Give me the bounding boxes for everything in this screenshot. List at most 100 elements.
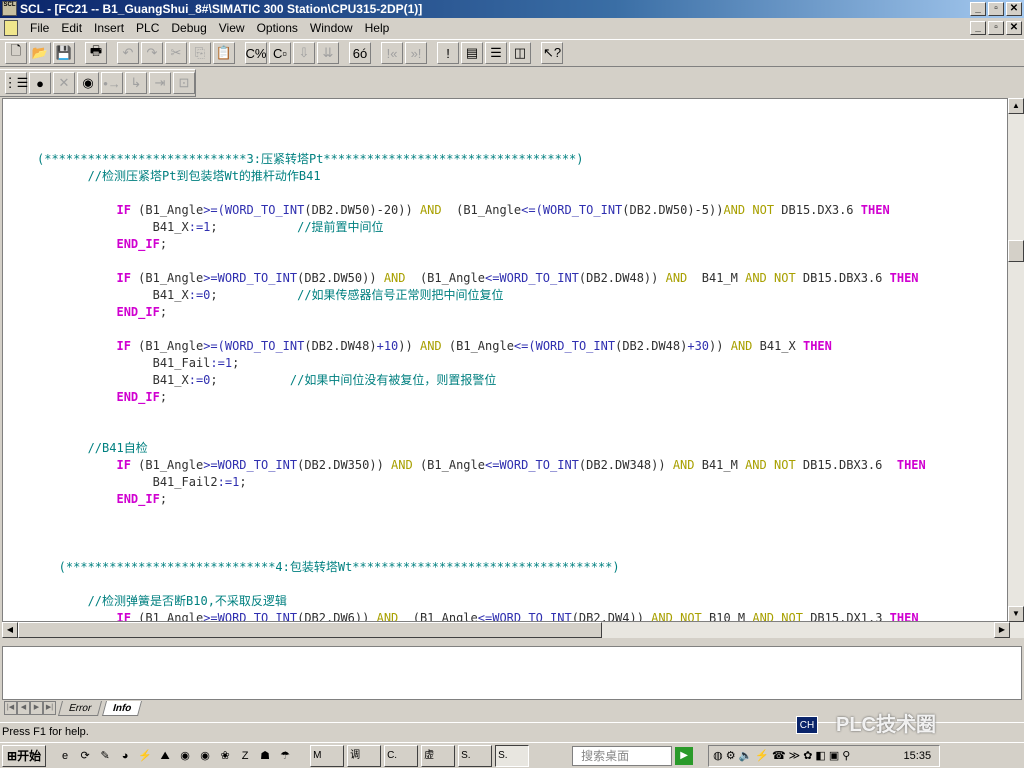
code-line[interactable] — [3, 253, 1007, 270]
quick-launch-icon[interactable]: ⚡ — [137, 748, 153, 764]
taskbar-item[interactable]: 调 — [347, 744, 382, 767]
code-line[interactable]: //检测压紧塔Pt到包装塔Wt的推杆动作B41 — [3, 168, 1007, 185]
scroll-right-arrow-icon[interactable]: ▶ — [994, 622, 1010, 638]
code-line[interactable] — [3, 321, 1007, 338]
code-line[interactable]: B41_Fail:=1; — [3, 355, 1007, 372]
quick-launch-icon[interactable]: e — [57, 748, 73, 764]
taskbar-item[interactable]: S. — [495, 744, 530, 767]
quick-launch-icon[interactable]: ◕ — [117, 748, 133, 764]
taskbar-item[interactable]: S. — [458, 744, 493, 767]
print-button[interactable]: 🖶 — [85, 42, 107, 64]
desktop-search-input[interactable]: 搜索桌面 — [572, 745, 673, 766]
code-line[interactable]: END_IF; — [3, 491, 1007, 508]
set-breakpoint-button[interactable]: ● — [29, 72, 51, 94]
scroll-down-arrow-icon[interactable]: ▼ — [1008, 606, 1024, 622]
code-line[interactable] — [3, 185, 1007, 202]
code-line[interactable]: B41_X:=1; //提前置中间位 — [3, 219, 1007, 236]
cut-button[interactable]: ✂ — [165, 42, 187, 64]
redo-button[interactable]: ↷ — [141, 42, 163, 64]
doc-restore-button[interactable]: ▫ — [988, 21, 1004, 35]
tile-vertical-button[interactable]: ◫ — [509, 42, 531, 64]
clear-breakpoints-button[interactable]: ✕ — [53, 72, 75, 94]
menu-insert[interactable]: Insert — [88, 21, 130, 35]
tray-icon[interactable]: ◧ — [815, 749, 825, 762]
first-tab-icon[interactable]: |◀ — [4, 701, 17, 715]
scroll-up-arrow-icon[interactable]: ▲ — [1008, 98, 1024, 114]
code-line[interactable]: (*****************************4:包装转塔Wt**… — [3, 559, 1007, 576]
doc-close-button[interactable]: ✕ — [1006, 21, 1022, 35]
code-line[interactable]: //B41自检 — [3, 440, 1007, 457]
breakpoints-active-button[interactable]: ◉ — [77, 72, 99, 94]
quick-launch-icon[interactable]: Z — [237, 748, 253, 764]
code-line[interactable]: IF (B1_Angle>=WORD_TO_INT(DB2.DW50)) AND… — [3, 270, 1007, 287]
code-line[interactable]: IF (B1_Angle>=WORD_TO_INT(DB2.DW350)) AN… — [3, 457, 1007, 474]
tray-icon[interactable]: ⚲ — [842, 749, 850, 762]
code-line[interactable]: END_IF; — [3, 389, 1007, 406]
run-to-cursor-button[interactable]: ⊡ — [173, 72, 195, 94]
tray-icon[interactable]: ☎ — [772, 749, 786, 762]
close-button[interactable]: ✕ — [1006, 2, 1022, 16]
search-go-button[interactable]: ▶ — [675, 746, 694, 765]
menu-file[interactable]: File — [24, 21, 55, 35]
tray-icon[interactable]: ▣ — [829, 749, 839, 762]
restore-button[interactable]: ▫ — [988, 2, 1004, 16]
download-button[interactable]: ⇩ — [293, 42, 315, 64]
menu-window[interactable]: Window — [304, 21, 359, 35]
prev-tab-icon[interactable]: ◀ — [17, 701, 30, 715]
paste-button[interactable]: 📋 — [213, 42, 235, 64]
menu-debug[interactable]: Debug — [165, 21, 212, 35]
quick-launch-icon[interactable]: ☗ — [257, 748, 273, 764]
next-tab-icon[interactable]: ▶ — [30, 701, 43, 715]
toggle-errors-button[interactable]: ! — [437, 42, 459, 64]
save-button[interactable]: 💾 — [53, 42, 75, 64]
menu-edit[interactable]: Edit — [55, 21, 88, 35]
horizontal-scroll-thumb[interactable] — [18, 622, 602, 638]
menu-plc[interactable]: PLC — [130, 21, 165, 35]
breakpoints-list-button[interactable]: ⋮☰ — [4, 72, 28, 94]
code-line[interactable] — [3, 406, 1007, 423]
new-button[interactable]: 🗋 — [5, 42, 27, 64]
next-error-button[interactable]: »! — [405, 42, 427, 64]
quick-launch-icon[interactable]: ◉ — [177, 748, 193, 764]
quick-launch-icon[interactable]: ✎ — [97, 748, 113, 764]
taskbar-item[interactable]: M — [310, 744, 345, 767]
cascade-button[interactable]: ▤ — [461, 42, 483, 64]
step-out-button[interactable]: ⇥ — [149, 72, 171, 94]
code-line[interactable]: IF (B1_Angle>=WORD_TO_INT(DB2.DW6)) AND … — [3, 610, 1007, 621]
code-line[interactable]: B41_Fail2:=1; — [3, 474, 1007, 491]
menu-view[interactable]: View — [213, 21, 251, 35]
context-help-button[interactable]: ↖? — [541, 42, 563, 64]
quick-launch-icon[interactable]: ◉ — [197, 748, 213, 764]
scroll-left-arrow-icon[interactable]: ◀ — [2, 622, 18, 638]
compile-settings-button[interactable]: C▫ — [269, 42, 291, 64]
code-line[interactable] — [3, 542, 1007, 559]
output-pane[interactable] — [2, 646, 1022, 700]
taskbar-item[interactable]: 虚 — [421, 744, 456, 767]
start-button[interactable]: ⊞开始 — [2, 744, 47, 767]
code-line[interactable]: (****************************3:压紧转塔Pt***… — [3, 151, 1007, 168]
tray-icon[interactable]: ⚙ — [726, 749, 736, 762]
code-line[interactable] — [3, 576, 1007, 593]
compile-button[interactable]: C% — [245, 42, 267, 64]
tab-info[interactable]: Info — [102, 700, 143, 716]
tab-error[interactable]: Error — [57, 700, 103, 716]
code-line[interactable]: //检测弹簧是否断B10,不采取反逻辑 — [3, 593, 1007, 610]
code-line[interactable] — [3, 525, 1007, 542]
tray-icon[interactable]: 🔈 — [739, 749, 753, 762]
tray-icon[interactable]: ◍ — [713, 749, 723, 762]
vertical-scrollbar[interactable]: ▲ ▼ — [1008, 98, 1024, 622]
open-button[interactable]: 📂 — [29, 42, 51, 64]
tray-icon[interactable]: ⚡ — [755, 749, 769, 762]
tray-icon[interactable]: ✿ — [803, 749, 812, 762]
code-line[interactable]: B41_X:=0; //如果传感器信号正常则把中间位复位 — [3, 287, 1007, 304]
monitor-button[interactable]: 6ó — [349, 42, 371, 64]
code-line[interactable]: IF (B1_Angle>=(WORD_TO_INT(DB2.DW48)+10)… — [3, 338, 1007, 355]
download-all-button[interactable]: ⇊ — [317, 42, 339, 64]
code-line[interactable] — [3, 508, 1007, 525]
quick-launch-icon[interactable]: ⟳ — [77, 748, 93, 764]
code-editor[interactable]: (****************************3:压紧转塔Pt***… — [2, 98, 1008, 622]
quick-launch-icon[interactable]: ⛰ — [157, 748, 173, 764]
code-line[interactable]: END_IF; — [3, 236, 1007, 253]
horizontal-scrollbar[interactable]: ◀ ▶ — [2, 622, 1024, 638]
doc-minimize-button[interactable]: _ — [970, 21, 986, 35]
